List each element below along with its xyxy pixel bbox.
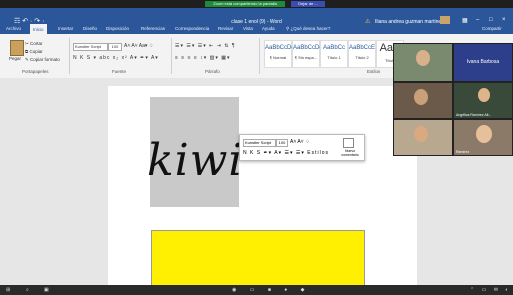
tab-correspondencia[interactable]: Correspondencia	[175, 26, 209, 31]
style-name: ¶ Sin espa...	[294, 55, 318, 60]
start-icon[interactable]: ⊞	[6, 287, 10, 293]
participant-face	[476, 125, 492, 143]
paste-button[interactable]: Pegar	[9, 56, 21, 61]
document-word[interactable]: kiwi	[147, 135, 243, 186]
taskbar-app-icons[interactable]: ◉ ▭ ■ ● ◆	[232, 287, 311, 293]
mini-size-buttons[interactable]: A˄ A˅ ♢	[290, 139, 310, 145]
mini-format-buttons[interactable]: N K S ✒▾ A▾ ☰▾ ☰▾ Estilos	[243, 150, 329, 156]
font-group-label: Fuente	[112, 69, 127, 74]
font-size-controls[interactable]: A˄ A˅ Aa▾ ♢	[124, 43, 153, 49]
new-comment-label: Nuevo comentario	[341, 149, 359, 157]
format-painter-button[interactable]: ✎ Copiar formato	[25, 57, 60, 63]
style-name: Título 1	[327, 55, 341, 60]
font-format-buttons[interactable]: N K S ▾ abc x₂ x² A▾ ✒▾ A▾	[73, 55, 159, 61]
participant-name: Ramírez	[456, 150, 470, 154]
divider	[69, 38, 70, 74]
restore-icon[interactable]: □	[489, 17, 493, 23]
style-sample: AaBbCcDc	[265, 45, 295, 51]
cut-button[interactable]: ✂ Cortar	[25, 41, 43, 47]
paragraph-group-label: Párrafo	[205, 69, 220, 74]
style-name: Título 2	[355, 55, 369, 60]
participant-video[interactable]: Angélica Ramírez Alt...	[454, 83, 512, 118]
close-icon[interactable]: ×	[502, 17, 506, 23]
tab-insertar[interactable]: Insertar	[58, 26, 73, 31]
mini-size-select[interactable]: 100	[276, 139, 288, 147]
divider	[171, 38, 172, 74]
stop-share-button[interactable]: Dejar de ...	[291, 1, 325, 7]
style-name: ¶ Normal	[269, 55, 287, 60]
participant-video[interactable]: Ramírez	[454, 120, 512, 155]
tab-vista[interactable]: Vista	[243, 26, 253, 31]
ribbon-display-icon[interactable]: ▦	[462, 17, 468, 24]
paragraph-buttons-row2[interactable]: ≡ ≡ ≡ ≡ ↕▾ ▨▾ ▦▾	[175, 55, 230, 61]
participant-name: Ivana Barbosa	[466, 59, 500, 65]
mini-font-select[interactable]: Kunstler Script	[243, 139, 276, 147]
paragraph-buttons-row1[interactable]: ☰▾ ☰▾ ☰▾ ⇤ ⇥ ⇅ ¶	[175, 43, 236, 49]
style-sample: AaBbCc	[322, 45, 345, 51]
participant-face	[478, 88, 490, 102]
task-view-icon[interactable]: ▣	[44, 287, 49, 293]
style-no-spacing[interactable]: AaBbCcDc ¶ Sin espa...	[292, 40, 323, 68]
participant-face	[414, 126, 428, 142]
tab-referencias[interactable]: Referencias	[141, 26, 165, 31]
divider	[259, 38, 260, 74]
participant-video[interactable]	[394, 44, 452, 81]
share-button[interactable]: Compartir	[482, 26, 502, 31]
tab-diseno[interactable]: Diseño	[83, 26, 97, 31]
new-comment-icon[interactable]	[343, 138, 354, 148]
minimize-icon[interactable]: –	[476, 17, 479, 23]
style-normal[interactable]: AaBbCcDc ¶ Normal	[264, 40, 295, 68]
font-name-select[interactable]: Kunstler Script	[73, 43, 108, 51]
search-icon[interactable]: ⌕	[26, 287, 29, 293]
ribbon-tabs: Archivo Inicio Insertar Diseño Disposici…	[0, 24, 513, 35]
participant-video[interactable]	[394, 120, 452, 155]
taskbar: ⊞ ⌕ ▣ ◉ ▭ ■ ● ◆ ⌃ ▭ ✉ ◐	[0, 285, 513, 295]
participant-name: Angélica Ramírez Alt...	[456, 113, 492, 117]
clipboard-group-label: Portapapeles	[22, 69, 49, 74]
tell-me-label: ¿Qué desea hacer?	[290, 26, 331, 31]
tab-archivo[interactable]: Archivo	[6, 26, 21, 31]
participant-face	[414, 89, 428, 105]
style-heading-2[interactable]: AaBbCcE Título 2	[348, 40, 376, 68]
system-tray-icons[interactable]: ⌃ ▭ ✉ ◐	[470, 287, 511, 293]
zoom-share-indicator: Zoom está compartiendo la pantalla	[205, 1, 285, 7]
styles-group-label: Estilos	[367, 69, 381, 74]
style-sample: AaBbCcDc	[293, 45, 323, 51]
zoom-video-panel: Ivana Barbosa Angélica Ramírez Alt... Ra…	[393, 43, 513, 156]
mini-toolbar: Kunstler Script 100 A˄ A˅ ♢ N K S ✒▾ A▾ …	[239, 134, 365, 161]
tab-revisar[interactable]: Revisar	[218, 26, 233, 31]
style-heading-1[interactable]: AaBbCc Título 1	[320, 40, 348, 68]
tab-disposicion[interactable]: Disposición	[106, 26, 129, 31]
copy-button[interactable]: ⧉ Copiar	[25, 49, 43, 54]
paste-icon[interactable]	[10, 40, 24, 56]
participant-face	[416, 50, 430, 66]
style-sample: AaBbCcE	[349, 45, 376, 51]
tell-me-search[interactable]: ⚲ ¿Qué desea hacer?	[286, 26, 330, 32]
tab-ayuda[interactable]: Ayuda	[262, 26, 275, 31]
participant-video[interactable]	[394, 83, 452, 118]
yellow-shape[interactable]	[151, 230, 365, 287]
participant-video[interactable]: Ivana Barbosa	[454, 44, 512, 81]
font-size-select[interactable]: 100	[108, 43, 122, 51]
